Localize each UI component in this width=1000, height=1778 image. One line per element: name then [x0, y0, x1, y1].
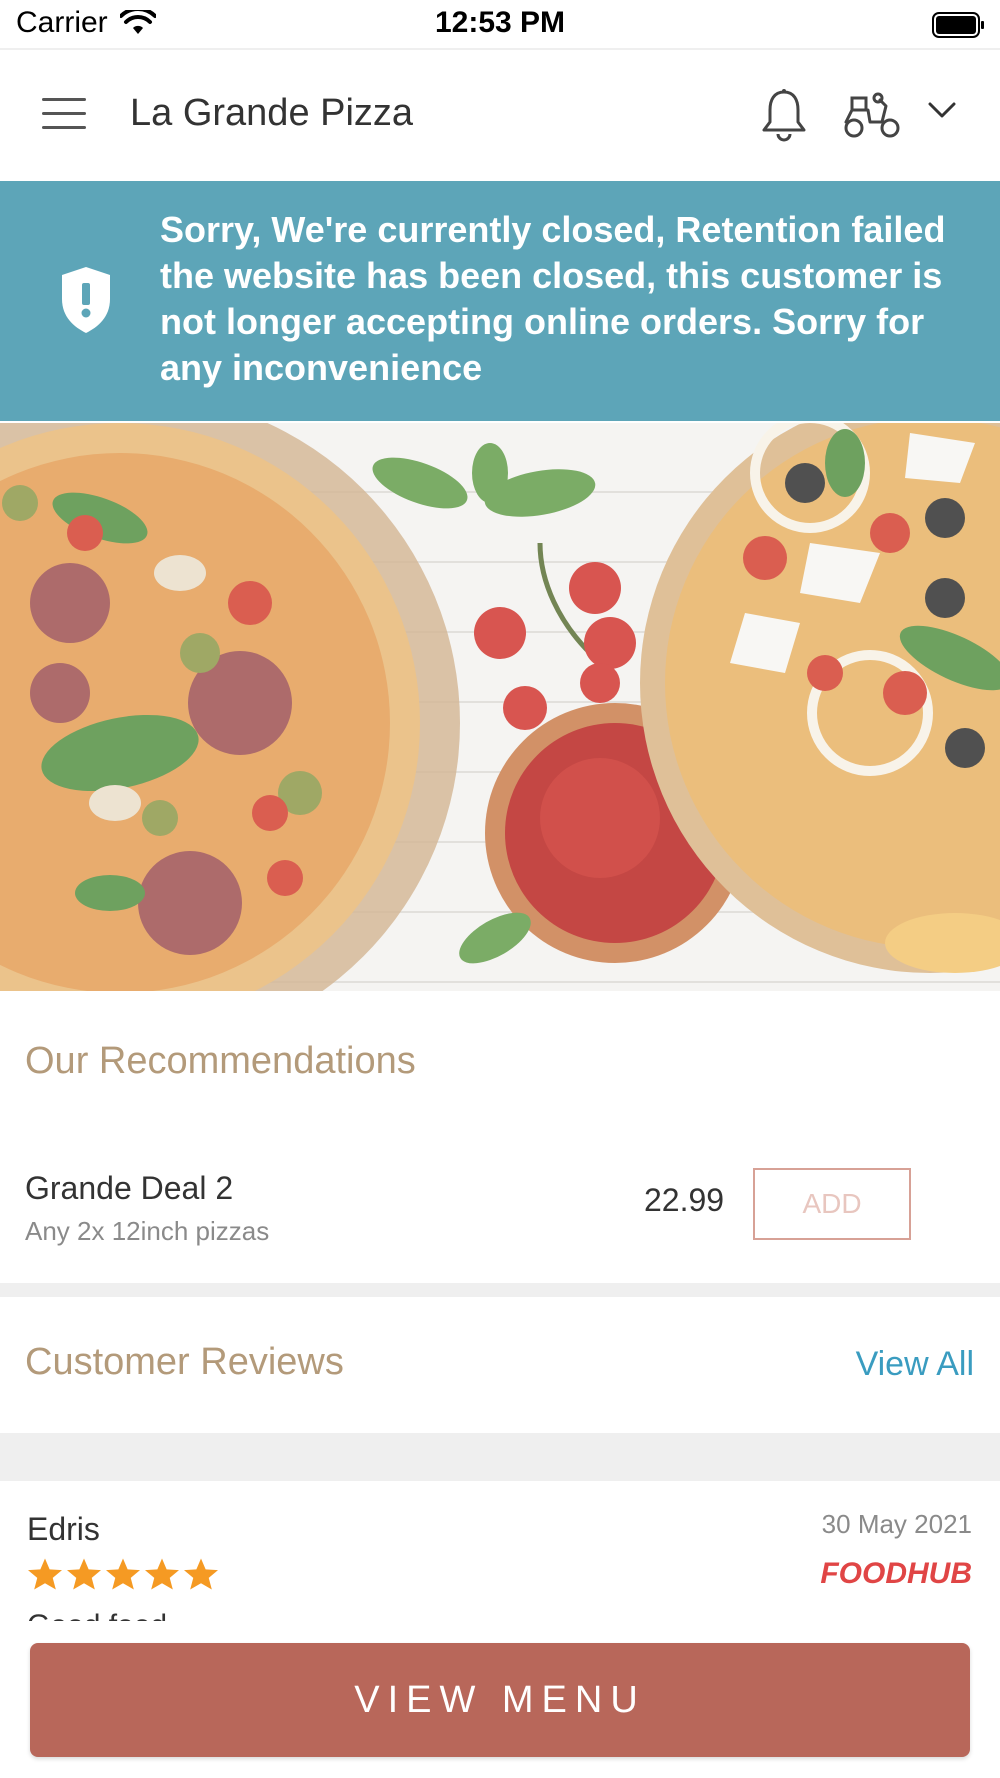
section-divider — [0, 1283, 1000, 1297]
status-bar: Carrier 12:53 PM — [0, 0, 1000, 50]
star-icon — [145, 1558, 179, 1590]
review-date: 30 May 2021 — [821, 1509, 972, 1539]
review-text: Good food — [27, 1609, 167, 1621]
star-icon — [184, 1558, 218, 1590]
add-button[interactable]: ADD — [753, 1168, 911, 1240]
shield-alert-icon — [58, 265, 114, 340]
chevron-down-icon[interactable] — [928, 102, 956, 125]
bell-icon[interactable] — [760, 88, 808, 147]
hamburger-menu-button[interactable] — [42, 98, 88, 132]
restaurant-title: La Grande Pizza — [130, 92, 414, 134]
recommendation-item: Grande Deal 2 Any 2x 12inch pizzas 22.99… — [0, 1130, 1000, 1280]
app-header: La Grande Pizza — [0, 50, 1000, 180]
review-card: Edris 30 May 2021 FOODHUB Good food — [0, 1481, 1000, 1621]
status-time: 12:53 PM — [434, 6, 566, 39]
reviews-title: Customer Reviews — [25, 1341, 344, 1383]
hero-pizza-image — [0, 423, 1000, 991]
reviews-header: Customer Reviews View All — [0, 1297, 1000, 1433]
recommendations-title: Our Recommendations — [25, 1040, 416, 1082]
item-name: Grande Deal 2 — [25, 1170, 234, 1206]
item-price: 22.99 — [644, 1182, 725, 1218]
star-icon — [106, 1558, 140, 1590]
star-icon — [67, 1558, 101, 1590]
battery-icon — [932, 12, 986, 43]
star-rating — [26, 1557, 221, 1591]
view-all-link[interactable]: View All — [856, 1345, 974, 1384]
item-description: Any 2x 12inch pizzas — [25, 1216, 270, 1246]
view-menu-button[interactable]: VIEW MENU — [30, 1643, 970, 1757]
closed-notice-text: Sorry, We're currently closed, Retention… — [160, 209, 946, 388]
closed-notice-banner: Sorry, We're currently closed, Retention… — [0, 181, 1000, 421]
delivery-scooter-icon[interactable] — [842, 92, 902, 143]
reviewer-name: Edris — [27, 1511, 100, 1547]
foodhub-logo: FOODHUB — [820, 1557, 972, 1590]
section-divider — [0, 1433, 1000, 1481]
star-icon — [28, 1558, 62, 1590]
